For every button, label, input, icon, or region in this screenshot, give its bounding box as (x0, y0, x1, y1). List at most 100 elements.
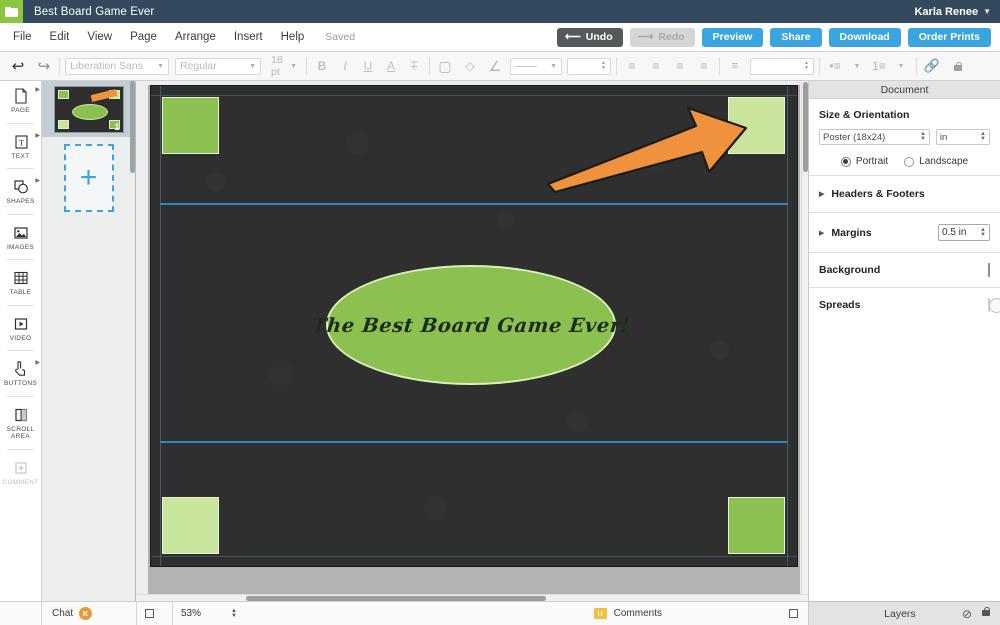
background-color-swatch[interactable] (988, 263, 990, 277)
numbered-list-button[interactable]: 1≡ (869, 56, 889, 76)
undo-arrow-icon: ⟵ (565, 30, 581, 43)
guide-right (787, 86, 788, 566)
document-page[interactable]: The Best Board Game Ever! (150, 85, 798, 567)
app-root: Best Board Game Ever Karla Renee ▼ File … (0, 0, 1000, 625)
preview-button[interactable]: Preview (701, 27, 764, 47)
headers-footers-section[interactable]: ▶ Headers & Footers (809, 176, 1000, 212)
background-section: Background (809, 253, 1000, 287)
menu-bar: File Edit View Page Arrange Insert Help … (0, 23, 1000, 52)
download-button[interactable]: Download (828, 27, 901, 47)
align-center-button[interactable]: ≡ (646, 56, 666, 76)
align-left-button[interactable]: ≡ (622, 56, 642, 76)
square-top-left[interactable] (162, 97, 219, 154)
line-spacing-input[interactable]: ▲ ▼ (750, 57, 814, 75)
chevron-right-icon: ▶ (35, 360, 40, 366)
radio-dot-icon (904, 156, 915, 167)
numbered-list-caret-icon[interactable]: ▼ (891, 56, 911, 76)
canvas-horizontal-scrollbar[interactable] (136, 594, 808, 601)
spreads-toggle[interactable] (988, 298, 1000, 313)
page-size-select[interactable]: Poster (18x24) ▲ ▼ (819, 129, 930, 145)
menu-page[interactable]: Page (121, 23, 166, 52)
align-right-button[interactable]: ≡ (670, 56, 690, 76)
arrow-annotation[interactable] (546, 86, 786, 196)
undo-button[interactable]: ⟵ Undo (557, 27, 623, 47)
tool-shapes[interactable]: ▶ SHAPES (0, 172, 41, 211)
guide-bottom (151, 556, 797, 557)
shapes-icon (12, 179, 30, 195)
tool-buttons[interactable]: ▶ BUTTONS (0, 354, 41, 393)
spreads-section: Spreads (809, 288, 1000, 322)
font-family-select[interactable]: Liberation Sans ▼ (65, 57, 169, 75)
fit-to-screen-icon[interactable] (145, 609, 154, 618)
add-page-button[interactable]: + (63, 144, 114, 212)
folder-icon[interactable] (0, 0, 23, 23)
margins-section[interactable]: ▶ Margins 0.5 in ▲ ▼ (809, 213, 1000, 252)
line-style-icon[interactable]: ∠ (485, 56, 505, 76)
margins-input[interactable]: 0.5 in ▲ ▼ (938, 224, 990, 241)
tool-scroll-area[interactable]: SCROLL AREA (0, 400, 41, 446)
canvas-vertical-scrollbar[interactable] (801, 81, 808, 601)
tool-comment[interactable]: COMMENT (0, 453, 41, 492)
lock-icon[interactable] (982, 606, 991, 616)
page-thumbnail-item[interactable]: 1 (42, 81, 135, 173)
tool-table[interactable]: TABLE (0, 263, 41, 302)
undo-curve-icon[interactable]: ↩ (8, 56, 28, 76)
square-bottom-left[interactable] (162, 497, 219, 554)
square-bottom-right[interactable] (728, 497, 785, 554)
menu-edit[interactable]: Edit (41, 23, 79, 52)
bullet-list-caret-icon[interactable]: ▼ (847, 56, 867, 76)
underline-button[interactable]: U (358, 56, 378, 76)
comments-control[interactable]: Comments (593, 608, 808, 619)
bullet-list-button[interactable]: •≡ (825, 56, 845, 76)
user-menu[interactable]: Karla Renee ▼ (914, 6, 991, 18)
line-spacing-icon[interactable]: ≡ (725, 56, 745, 76)
tool-images[interactable]: IMAGES (0, 218, 41, 257)
share-button[interactable]: Share (770, 27, 822, 47)
canvas-area[interactable]: The Best Board Game Ever! (136, 81, 808, 601)
menu-help[interactable]: Help (272, 23, 314, 52)
zoom-value-box[interactable]: 53% ▲ ▼ (173, 608, 245, 620)
orientation-portrait-radio[interactable]: Portrait (840, 156, 888, 167)
bottom-bar: Chat K 53% ▲ ▼ Comments (0, 601, 808, 625)
stroke-style-select[interactable]: ▼ (510, 57, 562, 75)
menu-insert[interactable]: Insert (225, 23, 272, 52)
bold-button[interactable]: B (312, 56, 332, 76)
redo-curve-icon[interactable]: ↪ (34, 56, 54, 76)
font-family-value: Liberation Sans (70, 60, 143, 72)
tool-video[interactable]: VIDEO (0, 309, 41, 348)
italic-button[interactable]: I (335, 56, 355, 76)
redo-button[interactable]: ⟶ Redo (629, 27, 695, 47)
order-prints-button[interactable]: Order Prints (907, 27, 991, 47)
panel-toggle-icon[interactable] (789, 609, 798, 618)
lock-icon[interactable] (948, 56, 968, 76)
font-size-select[interactable]: 18 pt ▼ (267, 54, 301, 78)
thumb-arrow-annotation (90, 88, 117, 102)
text-color-button[interactable]: A (381, 56, 401, 76)
unit-select[interactable]: in ▲ ▼ (935, 129, 990, 145)
comment-icon (12, 460, 30, 476)
align-justify-button[interactable]: ≡ (694, 56, 714, 76)
orientation-landscape-radio[interactable]: Landscape (904, 156, 968, 167)
menu-file[interactable]: File (4, 23, 41, 52)
pages-scrollbar[interactable] (130, 81, 135, 173)
page-thumbnail[interactable]: 1 (53, 85, 124, 133)
oval-shape[interactable]: The Best Board Game Ever! (311, 265, 631, 385)
link-icon[interactable]: 🔗 (922, 56, 942, 76)
size-orientation-heading: Size & Orientation (819, 109, 910, 121)
stroke-width-input[interactable]: ▲ ▼ (567, 57, 611, 75)
chat-control[interactable]: Chat K (42, 607, 136, 620)
tool-text[interactable]: T ▶ TEXT (0, 127, 41, 166)
font-style-select[interactable]: Regular ▼ (175, 57, 261, 75)
menu-view[interactable]: View (78, 23, 121, 52)
menu-arrange[interactable]: Arrange (166, 23, 225, 52)
thumb-square-bottom-left (57, 119, 69, 129)
bucket-fill-icon[interactable]: ◇ (460, 56, 480, 76)
strikethrough-button[interactable]: T (404, 56, 424, 76)
eye-off-icon[interactable]: ⊘ (962, 607, 972, 621)
bottom-left-pad (0, 601, 42, 625)
tool-page[interactable]: ▶ PAGE (0, 81, 41, 120)
shape-fill-icon[interactable]: ▢ (435, 56, 455, 76)
tool-text-label: TEXT (11, 152, 30, 160)
tool-page-label: PAGE (11, 107, 30, 114)
chevron-right-icon: ▶ (819, 229, 825, 237)
